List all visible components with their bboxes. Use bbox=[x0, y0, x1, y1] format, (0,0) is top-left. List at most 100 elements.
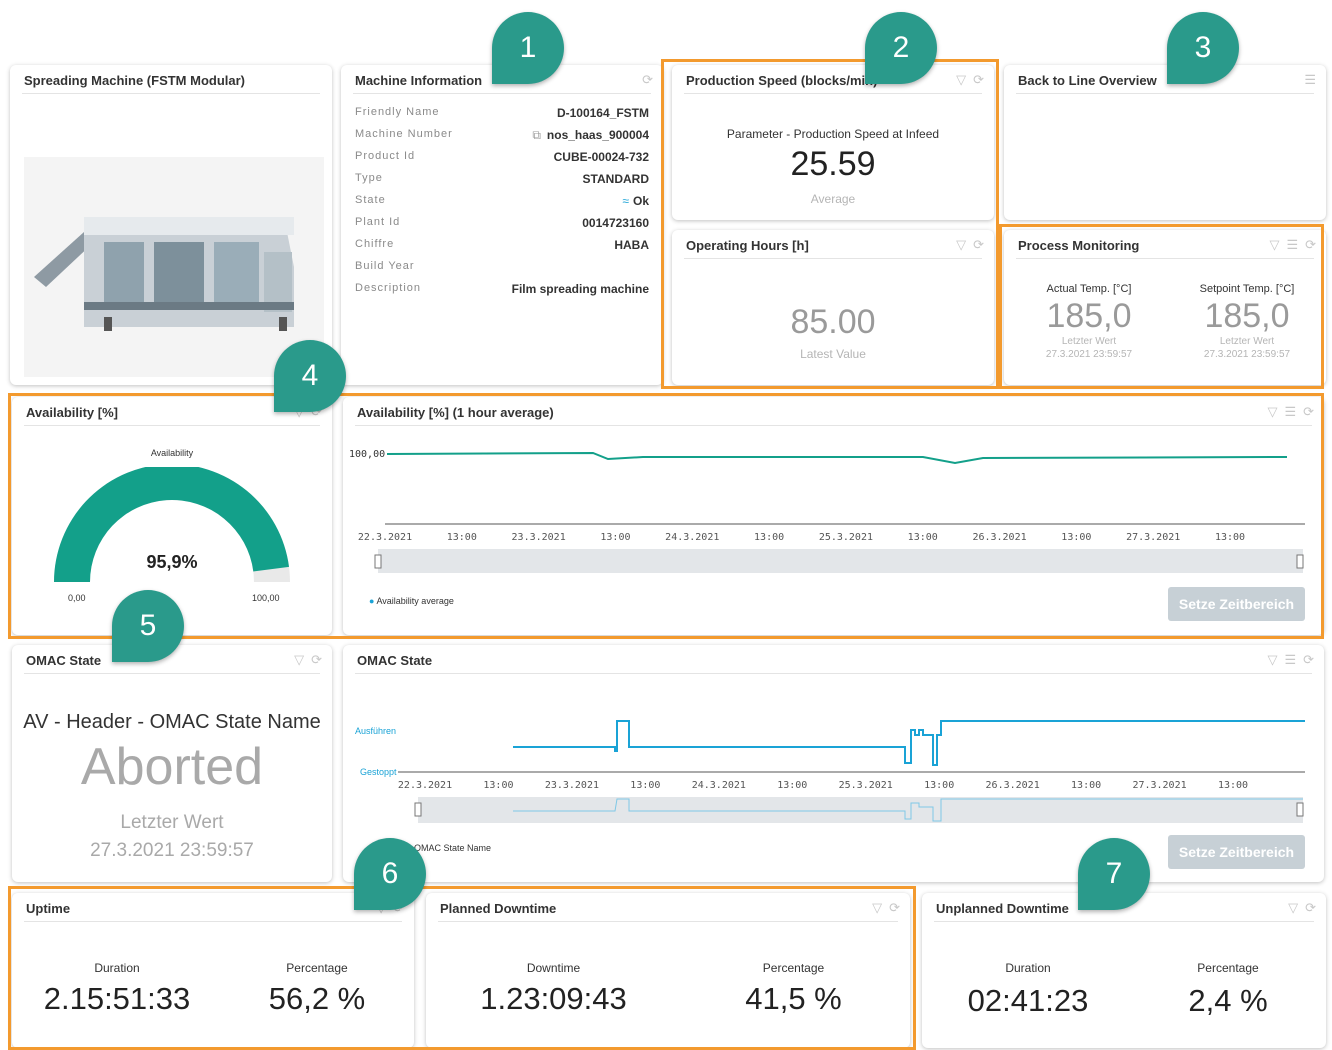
omac-series-line bbox=[513, 720, 1305, 766]
x-tick-label: 13:00 bbox=[1215, 532, 1245, 543]
x-tick-label: 13:00 bbox=[777, 780, 807, 791]
card-title: Process Monitoring bbox=[1018, 238, 1140, 253]
filter-icon[interactable]: ▽ bbox=[1267, 652, 1277, 668]
gauge-min: 0,00 bbox=[68, 593, 86, 603]
uptime-percentage: Percentage 56,2 % bbox=[268, 961, 366, 1016]
filter-icon[interactable]: ▽ bbox=[1269, 237, 1279, 253]
filter-icon[interactable]: ▽ bbox=[1267, 404, 1277, 420]
x-tick-label: 24.3.2021 bbox=[665, 532, 719, 543]
y-label-running: Ausführen bbox=[355, 726, 396, 736]
info-row: Product Id CUBE-00024-732 bbox=[355, 150, 649, 164]
gauge-label: Availability bbox=[150, 448, 194, 458]
spreading-machine-card: Spreading Machine (FSTM Modular) bbox=[10, 65, 332, 385]
unplanned-duration: Duration 02:41:23 bbox=[967, 961, 1089, 1018]
omac-state-timestamp: 27.3.2021 23:59:57 bbox=[90, 840, 254, 861]
omac-state-card: OMAC State ▽ ⟳ AV - Header - OMAC State N… bbox=[12, 645, 332, 882]
x-tick-label: 22.3.2021 bbox=[398, 780, 452, 791]
setpoint-temp: Setpoint Temp. [°C] 185,0 Letzter Wert 2… bbox=[1199, 283, 1295, 360]
card-title: Operating Hours [h] bbox=[686, 238, 809, 253]
list-icon[interactable]: ☰ bbox=[1304, 72, 1316, 88]
planned-downtime-card: Planned Downtime ▽ ⟳ Downtime 1.23:09:43 … bbox=[426, 893, 910, 1048]
refresh-icon[interactable]: ⟳ bbox=[1303, 652, 1314, 668]
range-navigator[interactable] bbox=[378, 549, 1303, 573]
annotation-marker-1: 1 bbox=[492, 12, 564, 84]
gauge-value: 95,9% bbox=[146, 552, 198, 572]
actual-temp: Actual Temp. [°C] 185,0 Letzter Wert 27.… bbox=[1045, 283, 1133, 360]
back-to-line-card[interactable]: Back to Line Overview ☰ bbox=[1004, 65, 1326, 220]
x-tick-label: 13:00 bbox=[1218, 780, 1248, 791]
range-handle-right[interactable] bbox=[1296, 554, 1304, 569]
refresh-icon[interactable]: ⟳ bbox=[1305, 900, 1316, 916]
filter-icon[interactable]: ▽ bbox=[956, 72, 966, 88]
x-tick-label: 13:00 bbox=[447, 532, 477, 543]
set-time-range-button[interactable]: Setze Zeitbereich bbox=[1168, 835, 1305, 869]
chart-legend[interactable]: ● Availability average bbox=[369, 596, 454, 606]
filter-icon[interactable]: ▽ bbox=[294, 652, 304, 668]
x-tick-label: 26.3.2021 bbox=[972, 532, 1026, 543]
list-icon[interactable]: ☰ bbox=[1284, 404, 1296, 420]
info-row: Machine Number ⧉ nos_haas_900004 bbox=[355, 128, 649, 142]
hours-value: 85.00 bbox=[790, 303, 876, 341]
planned-duration: Downtime 1.23:09:43 bbox=[480, 961, 627, 1016]
filter-icon[interactable]: ▽ bbox=[956, 237, 966, 253]
info-row: Chiffre HABA bbox=[355, 238, 649, 252]
list-icon[interactable]: ☰ bbox=[1284, 652, 1296, 668]
info-row: Type STANDARD bbox=[355, 172, 649, 186]
info-row: State ≈ Ok bbox=[355, 194, 649, 208]
back-to-line-link[interactable]: Back to Line Overview bbox=[1018, 73, 1157, 88]
operating-hours-card: Operating Hours [h] ▽ ⟳ 85.00 Latest Valu… bbox=[672, 230, 994, 385]
x-tick-label: 13:00 bbox=[483, 780, 513, 791]
x-tick-label: 23.3.2021 bbox=[545, 780, 599, 791]
card-title: Planned Downtime bbox=[440, 901, 557, 916]
range-handle-right[interactable] bbox=[1296, 802, 1304, 817]
planned-percentage: Percentage 41,5 % bbox=[745, 961, 842, 1016]
refresh-icon[interactable]: ⟳ bbox=[889, 900, 900, 916]
machine-information-card: Machine Information ⟳ Friendly Name D-100… bbox=[341, 65, 663, 385]
refresh-icon[interactable]: ⟳ bbox=[1303, 404, 1314, 420]
uptime-duration: Duration 2.15:51:33 bbox=[43, 961, 191, 1016]
availability-chart-card: Availability [%] (1 hour average) ▽ ☰ ⟳ 10… bbox=[343, 397, 1324, 635]
x-tick-label: 22.3.2021 bbox=[358, 532, 412, 543]
x-tick-label: 13:00 bbox=[754, 532, 784, 543]
refresh-icon[interactable]: ⟳ bbox=[642, 72, 653, 88]
omac-chart-card: OMAC State ▽ ☰ ⟳ Ausführen Gestoppt 22.3.2… bbox=[343, 645, 1324, 882]
speed-value: 25.59 bbox=[790, 145, 876, 183]
x-tick-label: 27.3.2021 bbox=[1132, 780, 1186, 791]
info-row: Description Film spreading machine bbox=[355, 282, 649, 296]
range-navigator[interactable] bbox=[418, 797, 1303, 823]
wifi-icon: ≈ bbox=[622, 194, 629, 208]
card-title: OMAC State bbox=[357, 653, 433, 668]
refresh-icon[interactable]: ⟳ bbox=[1305, 237, 1316, 253]
card-title: Uptime bbox=[26, 901, 71, 916]
annotation-marker-4: 4 bbox=[274, 340, 346, 412]
refresh-icon[interactable]: ⟳ bbox=[973, 237, 984, 253]
production-speed-card: Production Speed (blocks/min) ▽ ⟳ Paramet… bbox=[672, 65, 994, 220]
availability-gauge bbox=[54, 467, 290, 582]
card-title: Spreading Machine (FSTM Modular) bbox=[24, 73, 246, 88]
annotation-marker-3: 3 bbox=[1167, 12, 1239, 84]
x-tick-label: 13:00 bbox=[908, 532, 938, 543]
annotation-marker-7: 7 bbox=[1078, 838, 1150, 910]
speed-caption: Average bbox=[810, 192, 856, 206]
refresh-icon[interactable]: ⟳ bbox=[311, 652, 322, 668]
refresh-icon[interactable]: ⟳ bbox=[973, 72, 984, 88]
unplanned-percentage: Percentage 2,4 % bbox=[1188, 961, 1268, 1018]
omac-state-label: AV - Header - OMAC State Name bbox=[23, 711, 321, 733]
range-handle-left[interactable] bbox=[414, 802, 422, 817]
y-axis-label: 100,00 bbox=[349, 449, 385, 460]
x-tick-label: 26.3.2021 bbox=[986, 780, 1040, 791]
uptime-card: Uptime ▽⟳ Duration 2.15:51:33 Percentage… bbox=[12, 893, 414, 1048]
list-icon[interactable]: ☰ bbox=[1286, 237, 1298, 253]
set-time-range-button[interactable]: Setze Zeitbereich bbox=[1168, 587, 1305, 621]
x-axis-ticks: 22.3.2021 13:00 23.3.2021 13:00 24.3.2021 13:… bbox=[358, 532, 1245, 543]
parameter-label: Parameter - Production Speed at Infeed bbox=[726, 127, 940, 141]
process-monitoring-card: Process Monitoring ▽ ☰ ⟳ Actual Temp. [°C]… bbox=[1004, 230, 1326, 385]
external-link-icon[interactable]: ⧉ bbox=[532, 128, 541, 142]
card-title: Machine Information bbox=[355, 73, 483, 88]
range-handle-left[interactable] bbox=[374, 554, 382, 569]
filter-icon[interactable]: ▽ bbox=[1288, 900, 1298, 916]
machine-image bbox=[24, 157, 324, 377]
filter-icon[interactable]: ▽ bbox=[872, 900, 882, 916]
card-title: OMAC State bbox=[26, 653, 102, 668]
x-tick-label: 13:00 bbox=[630, 780, 660, 791]
